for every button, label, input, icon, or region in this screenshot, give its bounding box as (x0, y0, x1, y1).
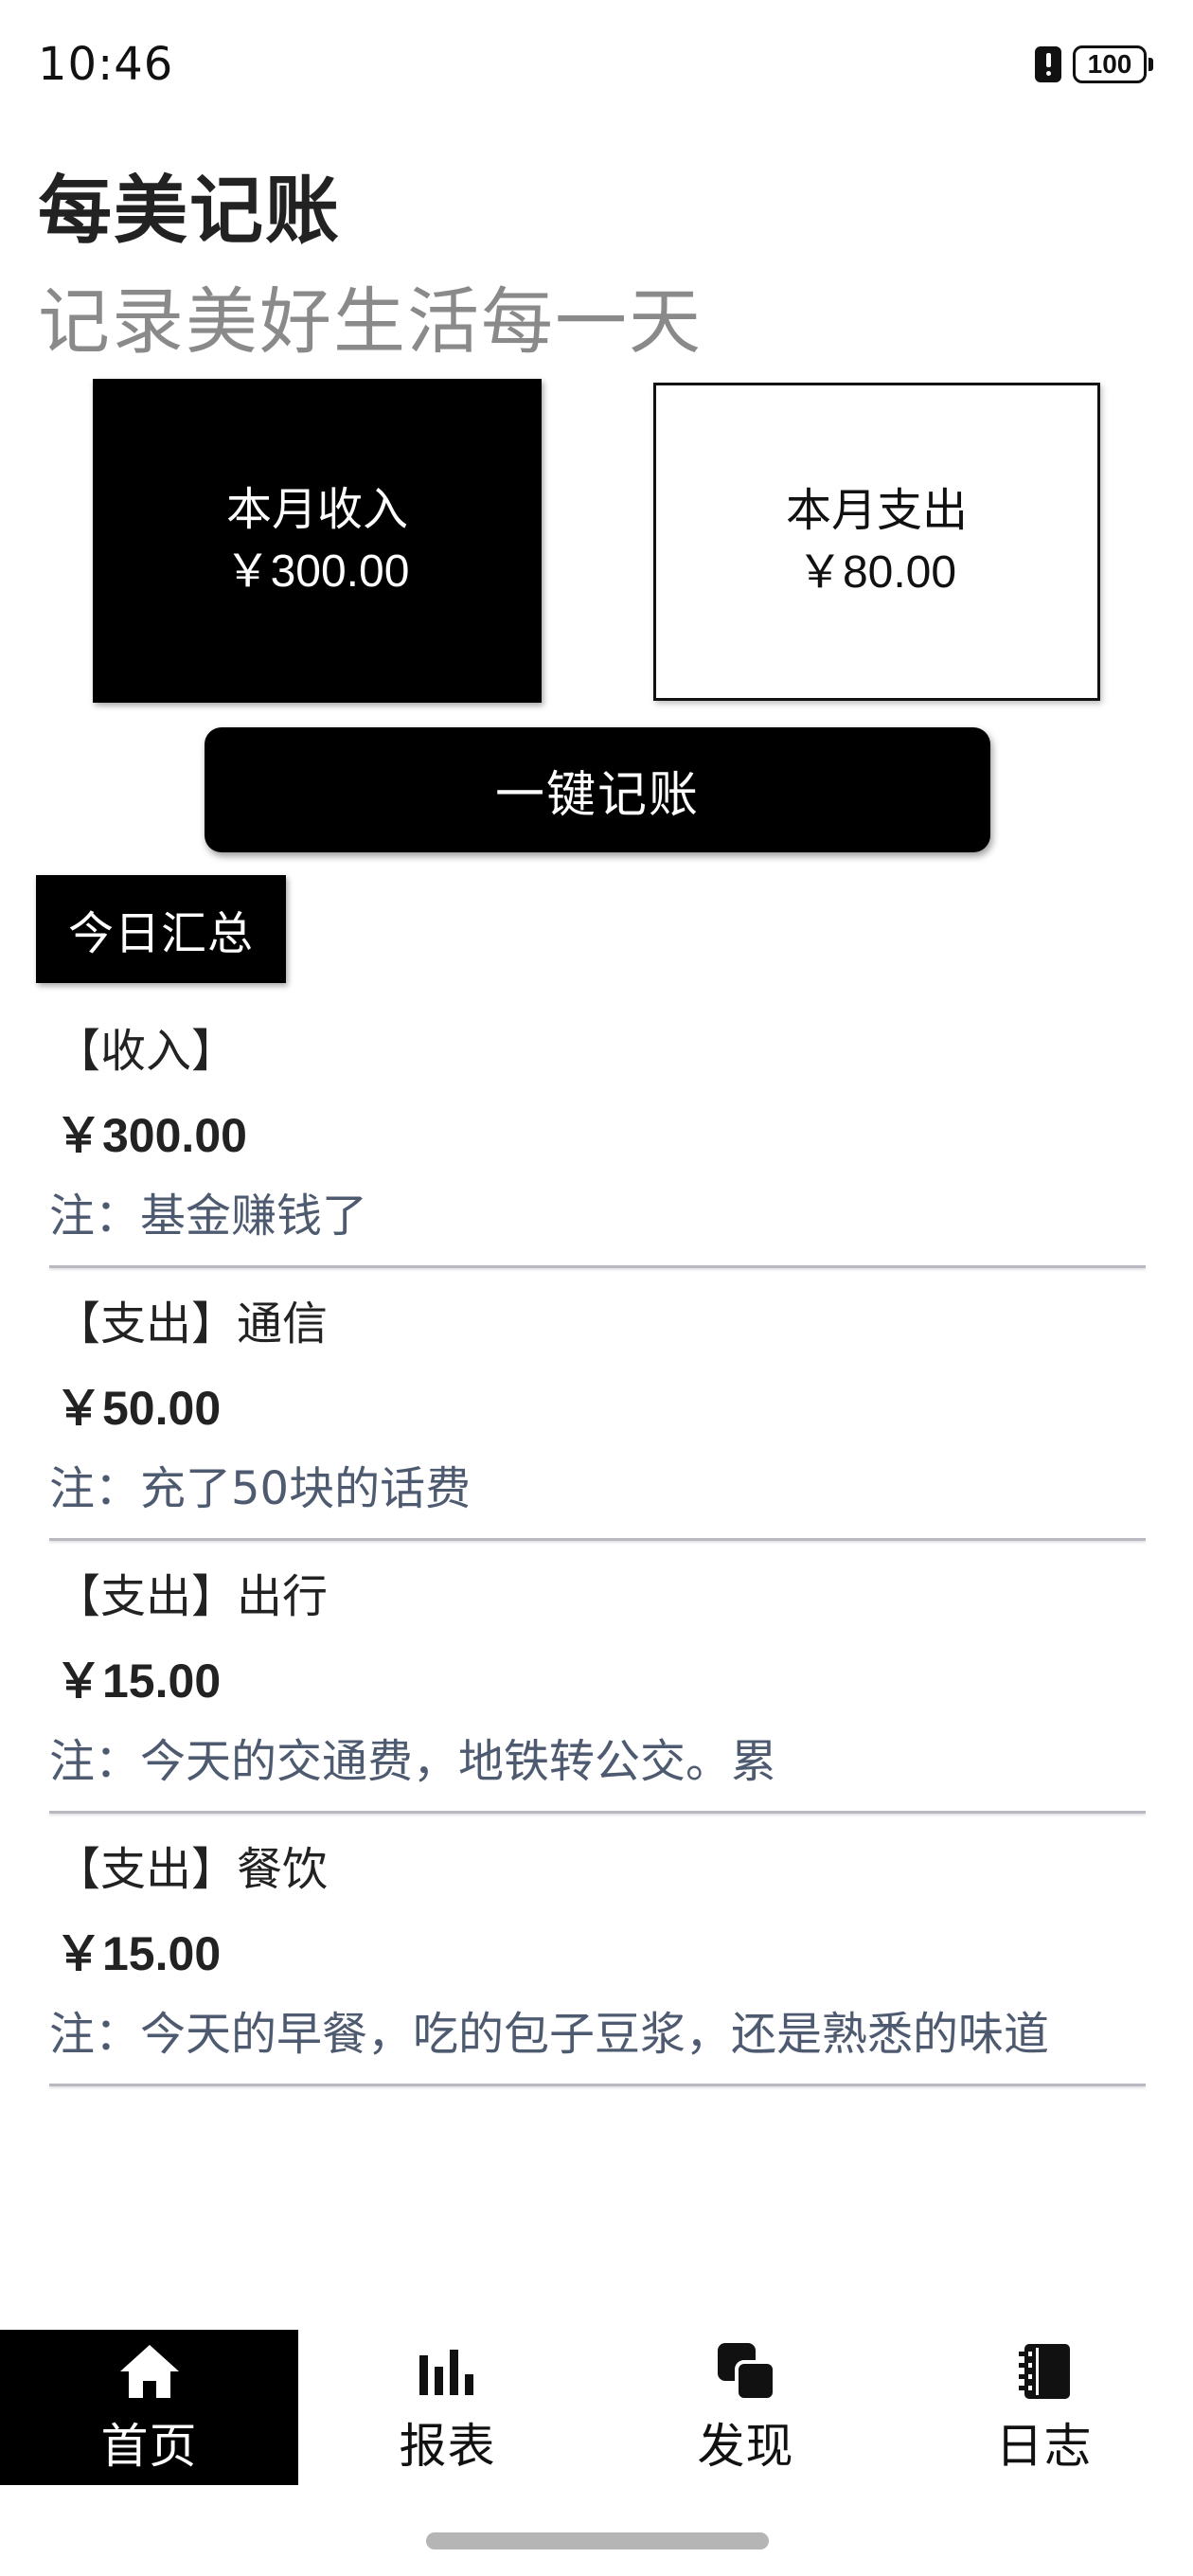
record-note: 注：今天的交通费，地铁转公交。累 (49, 1735, 777, 1788)
nav-item-home[interactable]: 首页 (0, 2330, 298, 2485)
alert-icon (1035, 46, 1061, 82)
list-item[interactable]: 【支出】通信 ￥50.00 注：充了50块的话费 (49, 1280, 1146, 1553)
monthly-income-card[interactable]: 本月收入 ￥300.00 (93, 379, 542, 703)
nav-item-discover[interactable]: 发现 (596, 2330, 895, 2485)
record-note: 注：今天的早餐，吃的包子豆浆，还是熟悉的味道 (49, 2008, 1050, 2061)
record-amount: ￥15.00 (55, 1927, 222, 1980)
app-title: 每美记账 (38, 169, 342, 254)
record-type: 【支出】通信 (55, 1297, 329, 1351)
monthly-expense-card[interactable]: 本月支出 ￥80.00 (653, 383, 1100, 701)
divider (49, 1811, 1146, 1814)
layers-icon (713, 2338, 779, 2405)
status-bar: 10:46 100 (0, 0, 1193, 133)
nav-label-reports: 报表 (399, 2419, 496, 2474)
status-time: 10:46 (38, 38, 174, 91)
today-summary-label: 今日汇总 (36, 875, 286, 983)
home-indicator[interactable] (426, 2532, 769, 2549)
divider (49, 1265, 1146, 1268)
battery-level-text: 100 (1087, 49, 1132, 79)
record-amount: ￥15.00 (55, 1655, 222, 1708)
nav-item-journal[interactable]: 日志 (895, 2330, 1193, 2485)
nav-label-home: 首页 (100, 2419, 198, 2474)
bottom-nav: 首页 报表 发现 日志 (0, 2330, 1193, 2485)
bar-chart-icon (415, 2338, 481, 2405)
record-list: 【收入】 ￥300.00 注：基金赚钱了 【支出】通信 ￥50.00 注：充了5… (49, 1008, 1146, 2099)
monthly-expense-label: 本月支出 (785, 484, 968, 537)
battery-body: 100 (1073, 45, 1147, 83)
list-item[interactable]: 【支出】出行 ￥15.00 注：今天的交通费，地铁转公交。累 (49, 1553, 1146, 1826)
monthly-income-label: 本月收入 (225, 483, 408, 536)
record-type: 【支出】出行 (55, 1570, 329, 1623)
notebook-icon (1011, 2338, 1077, 2405)
monthly-expense-amount: ￥80.00 (796, 547, 957, 598)
quick-record-button[interactable]: 一键记账 (205, 727, 990, 852)
nav-label-journal: 日志 (995, 2419, 1093, 2474)
record-note: 注：充了50块的话费 (49, 1462, 472, 1515)
nav-label-discover: 发现 (697, 2419, 794, 2474)
divider (49, 2084, 1146, 2086)
record-type: 【支出】餐饮 (55, 1843, 329, 1896)
list-item[interactable]: 【支出】餐饮 ￥15.00 注：今天的早餐，吃的包子豆浆，还是熟悉的味道 (49, 1826, 1146, 2099)
home-icon (116, 2338, 183, 2405)
monthly-income-amount: ￥300.00 (224, 546, 410, 597)
battery-tip (1148, 58, 1153, 71)
record-type: 【收入】 (55, 1025, 238, 1078)
app-subtitle: 记录美好生活每一天 (38, 279, 703, 364)
record-note: 注：基金赚钱了 (49, 1190, 368, 1243)
battery-icon: 100 (1073, 45, 1153, 83)
list-item[interactable]: 【收入】 ￥300.00 注：基金赚钱了 (49, 1008, 1146, 1280)
status-indicators: 100 (1035, 45, 1153, 83)
record-amount: ￥50.00 (55, 1382, 222, 1435)
record-amount: ￥300.00 (55, 1109, 247, 1162)
nav-item-reports[interactable]: 报表 (298, 2330, 596, 2485)
divider (49, 1538, 1146, 1541)
